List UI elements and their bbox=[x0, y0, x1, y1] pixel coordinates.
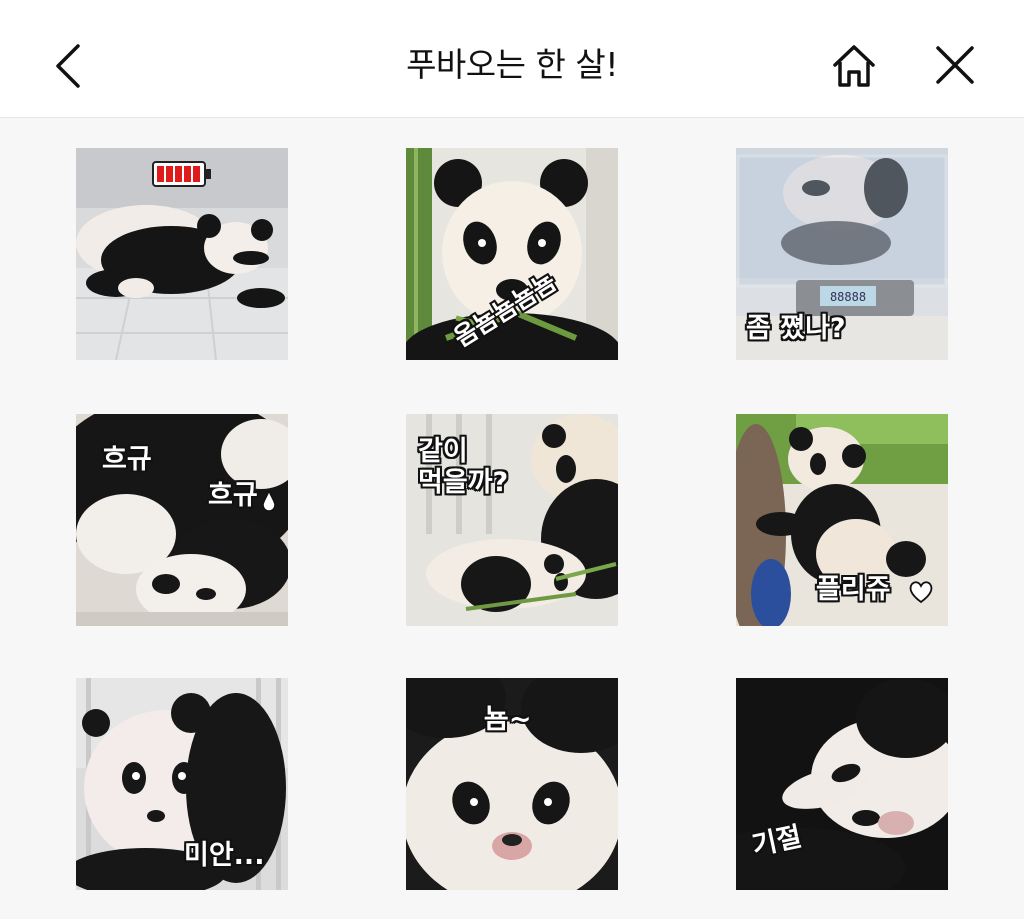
sticker-3[interactable]: 88888 좀 쪘나? bbox=[736, 148, 948, 360]
sticker-caption: 같이 먹을까? bbox=[418, 436, 509, 499]
sticker-caption: 좀 쪘나? bbox=[746, 313, 846, 344]
panda-eating-image bbox=[406, 148, 618, 360]
close-icon bbox=[936, 46, 974, 84]
chevron-left-icon bbox=[56, 44, 80, 88]
sticker-1[interactable] bbox=[76, 148, 288, 360]
battery-icon bbox=[152, 161, 211, 187]
home-button[interactable] bbox=[826, 38, 882, 94]
sticker-caption: 뇸~ bbox=[484, 704, 532, 735]
sticker-8[interactable]: 뇸~ bbox=[406, 678, 618, 890]
sticker-caption: 미안... bbox=[184, 840, 265, 871]
sticker-caption: 플리쥬 bbox=[816, 574, 891, 605]
sticker-4[interactable]: 흐규 흐규 bbox=[76, 414, 288, 626]
close-button[interactable] bbox=[926, 38, 982, 94]
top-bar: 푸바오는 한 살! bbox=[0, 0, 1024, 118]
back-button[interactable] bbox=[40, 38, 96, 94]
sticker-7[interactable]: 미안... bbox=[76, 678, 288, 890]
sticker-caption: 흐규 bbox=[102, 444, 152, 475]
sticker-2[interactable]: 옴뇸뇸뇸뇸 bbox=[406, 148, 618, 360]
sticker-9[interactable]: 기절 bbox=[736, 678, 948, 890]
home-icon bbox=[833, 45, 875, 87]
teardrop-icon bbox=[262, 490, 276, 512]
sticker-grid: 옴뇸뇸뇸뇸 88888 좀 쪘나? 흐규 흐규 같이 먹을까? 플리쥬 미안..… bbox=[0, 118, 1024, 919]
sticker-6[interactable]: 플리쥬 bbox=[736, 414, 948, 626]
sticker-5[interactable]: 같이 먹을까? bbox=[406, 414, 618, 626]
heart-icon bbox=[909, 581, 933, 604]
sticker-caption-2: 흐규 bbox=[208, 480, 258, 511]
scale-display: 88888 bbox=[830, 290, 866, 304]
